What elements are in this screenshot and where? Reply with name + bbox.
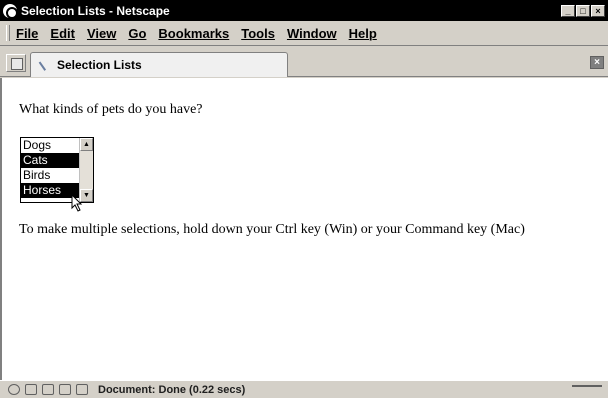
menu-bookmarks[interactable]: Bookmarks (158, 26, 229, 41)
menu-edit[interactable]: Edit (50, 26, 75, 41)
netscape-logo-icon (3, 3, 18, 19)
address-book-icon[interactable] (76, 384, 88, 395)
listbox-scrollbar[interactable]: ▲ ▼ (79, 138, 93, 202)
status-text: Document: Done (0.22 secs) (98, 383, 246, 396)
menu-bar: File Edit View Go Bookmarks Tools Window… (0, 21, 608, 46)
menu-go[interactable]: Go (128, 26, 146, 41)
menu-view[interactable]: View (87, 26, 116, 41)
mouse-pointer-icon (71, 194, 83, 212)
menu-file[interactable]: File (16, 26, 38, 41)
window-title: Selection Lists - Netscape (21, 3, 170, 18)
scroll-up-arrow-icon[interactable]: ▲ (80, 138, 93, 151)
option-birds[interactable]: Birds (21, 168, 79, 183)
question-text: What kinds of pets do you have? (19, 102, 203, 117)
menu-tools[interactable]: Tools (241, 26, 275, 41)
tab-selection-lists[interactable]: Selection Lists (30, 52, 288, 77)
mail-icon[interactable] (25, 384, 37, 395)
component-bar (8, 384, 88, 395)
status-bar: Document: Done (0.22 secs) (0, 380, 608, 398)
close-button[interactable]: × (591, 4, 605, 17)
page-icon (39, 59, 51, 71)
instructions-text: To make multiple selections, hold down y… (19, 222, 525, 237)
title-bar: Selection Lists - Netscape _ □ × (0, 0, 608, 21)
close-tab-button[interactable]: × (590, 56, 604, 69)
toolbar-grip[interactable] (6, 25, 10, 41)
option-dogs[interactable]: Dogs (21, 138, 79, 153)
security-lock-icon (572, 384, 602, 397)
minimize-button[interactable]: _ (561, 4, 575, 17)
menu-window[interactable]: Window (287, 26, 337, 41)
menu-help[interactable]: Help (349, 26, 377, 41)
tab-bar: Selection Lists × (0, 47, 608, 77)
composer-icon[interactable] (42, 384, 54, 395)
option-cats[interactable]: Cats (21, 153, 79, 168)
page-content: What kinds of pets do you have? Dogs Cat… (0, 78, 608, 380)
maximize-button[interactable]: □ (576, 4, 590, 17)
chat-icon[interactable] (59, 384, 71, 395)
new-tab-button[interactable] (6, 54, 26, 72)
window-controls: _ □ × (561, 4, 605, 17)
tab-label: Selection Lists (57, 58, 142, 72)
navigator-icon[interactable] (8, 384, 20, 395)
